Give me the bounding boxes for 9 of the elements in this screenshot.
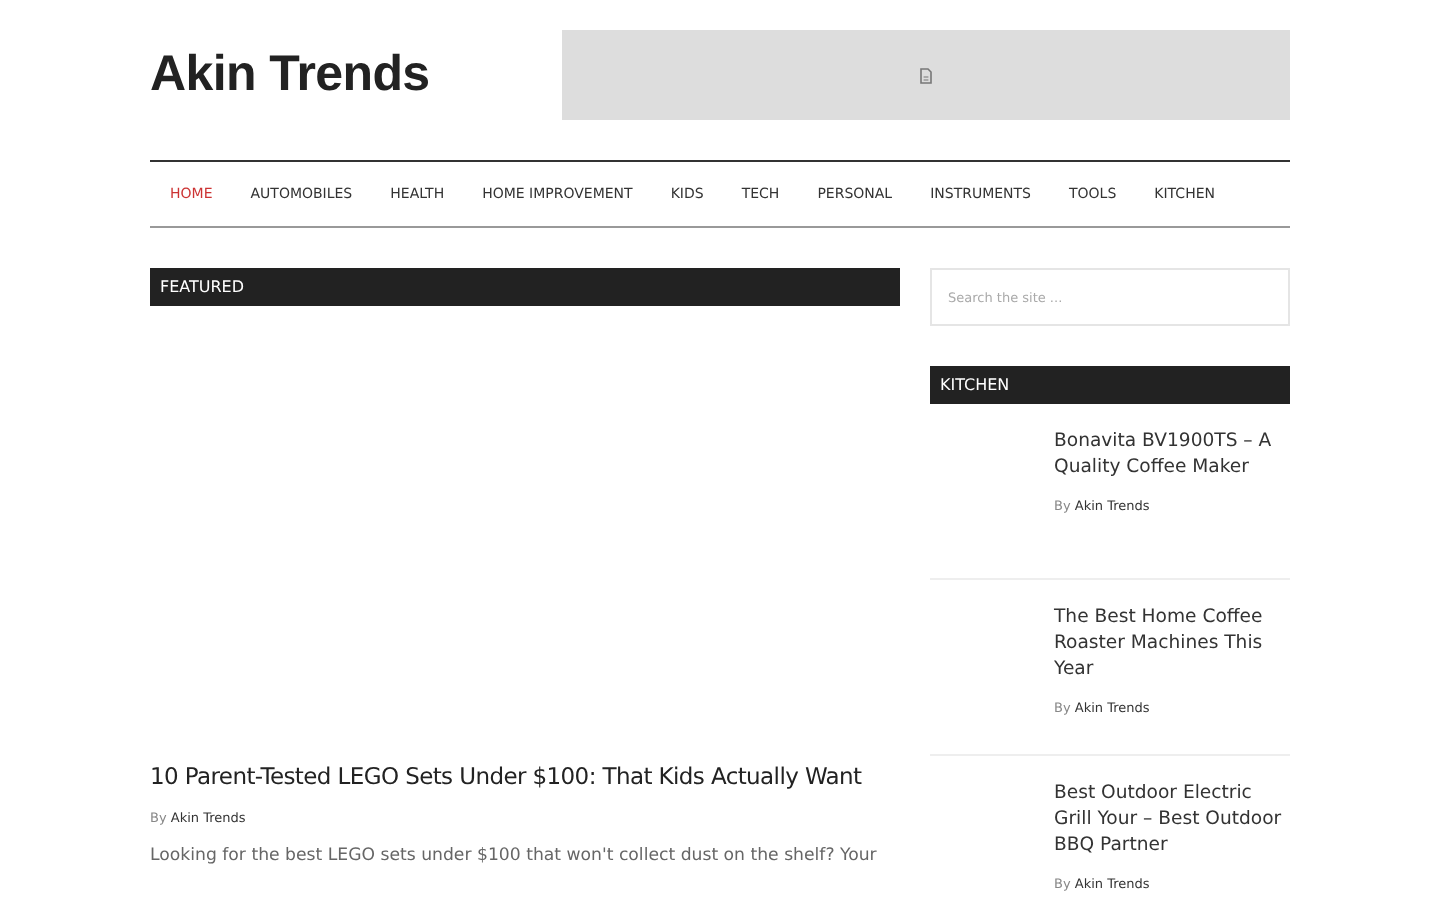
site-title[interactable]: Akin Trends bbox=[150, 46, 430, 104]
post-title[interactable]: Best Outdoor Electric Grill Your – Best Outdoor BBQ Partner bbox=[1054, 780, 1290, 858]
section-heading: FEATURED bbox=[150, 268, 900, 306]
post-excerpt: Looking for the best LEGO sets under $100 that won't collect dust on the shelf? Your bbox=[150, 844, 877, 868]
section-heading: KITCHEN bbox=[930, 366, 1290, 404]
document-icon bbox=[920, 67, 932, 83]
post-title[interactable]: The Best Home Coffee Roaster Machines This Year bbox=[1054, 604, 1290, 682]
post-title[interactable]: Bonavita BV1900TS – A Quality Coffee Maker bbox=[1054, 428, 1290, 480]
post-title[interactable]: 10 Parent-Tested LEGO Sets Under $100: That Kids Actually Want bbox=[150, 762, 862, 792]
